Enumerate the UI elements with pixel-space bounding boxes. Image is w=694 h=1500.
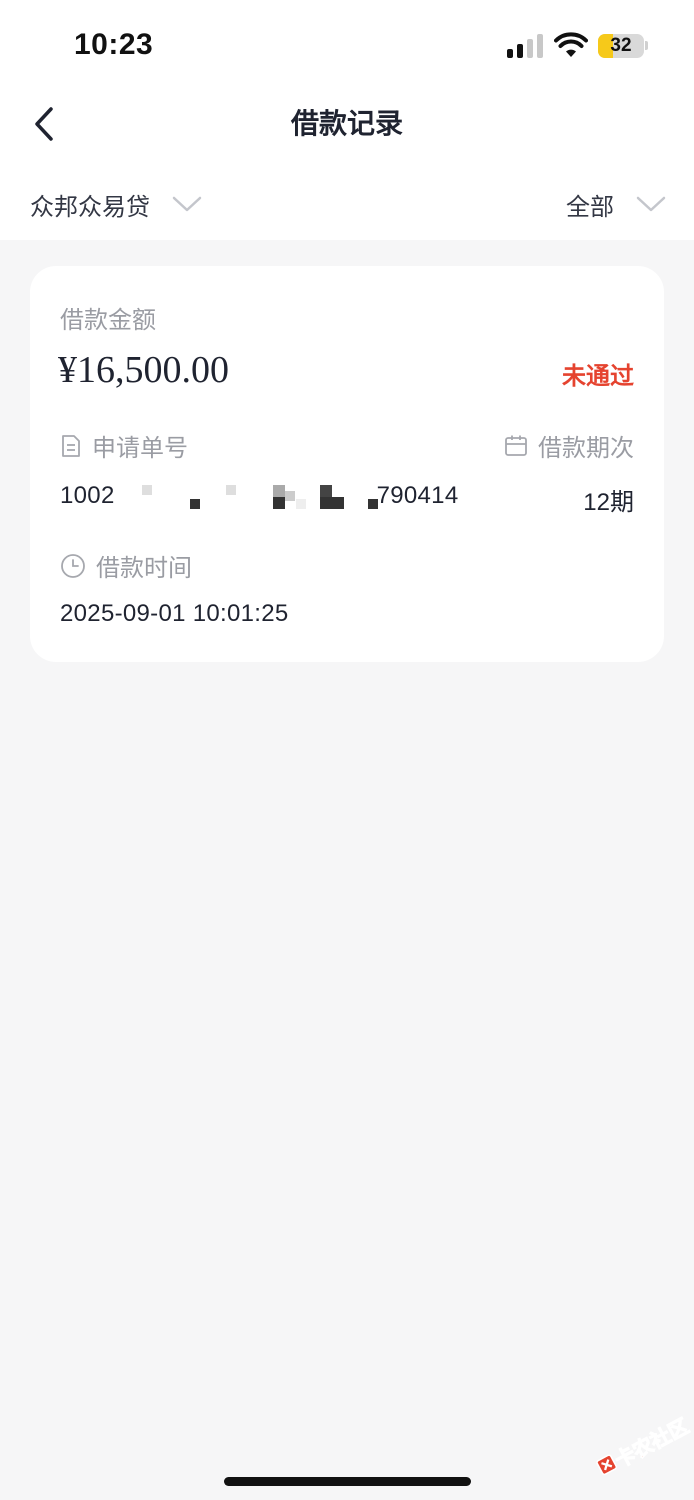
status-time: 10:23 <box>74 28 154 61</box>
product-filter-dropdown[interactable]: 众邦众易贷 <box>30 184 202 224</box>
page-title: 借款记录 <box>290 108 403 139</box>
loan-record-card[interactable]: 借款金额 ¥16,500.00 未通过 申请单号 借款期次 1002 790414 <box>30 266 664 662</box>
document-icon <box>62 434 80 457</box>
loan-term-label-text: 借款期次 <box>538 435 634 462</box>
status-badge: 未通过 <box>562 363 634 390</box>
order-number-value: 1002 790414 <box>60 482 458 510</box>
loan-time-value: 2025-09-01 10:01:25 <box>60 600 289 627</box>
order-number-prefix: 1002 <box>60 482 115 509</box>
chevron-down-icon <box>172 196 202 212</box>
clock-icon <box>61 553 85 578</box>
amount-label: 借款金额 <box>60 307 156 334</box>
order-number-label: 申请单号 <box>60 428 188 463</box>
watermark-text: 卡农社区 <box>611 1415 693 1473</box>
battery-icon: 32 <box>598 34 644 58</box>
loan-amount: ¥16,500.00 <box>58 349 229 391</box>
watermark-logo: 卡农社区 <box>581 1391 694 1500</box>
product-filter-label: 众邦众易贷 <box>30 193 150 221</box>
home-indicator[interactable] <box>224 1477 471 1486</box>
loan-time-label-text: 借款时间 <box>96 555 192 582</box>
chevron-down-icon <box>636 196 666 212</box>
loan-term-value: 12期 <box>583 489 634 516</box>
battery-percentage: 32 <box>610 35 632 56</box>
status-filter-label: 全部 <box>566 193 614 221</box>
calendar-icon <box>505 435 527 456</box>
status-filter-dropdown[interactable]: 全部 <box>566 184 666 224</box>
order-number-suffix: 790414 <box>376 482 459 509</box>
order-number-label-text: 申请单号 <box>92 435 188 462</box>
wifi-icon <box>554 32 588 57</box>
loan-term-label: 借款期次 <box>504 428 634 463</box>
battery-tip <box>645 41 648 50</box>
cellular-signal-icon <box>507 34 543 58</box>
loan-time-label: 借款时间 <box>60 548 192 583</box>
